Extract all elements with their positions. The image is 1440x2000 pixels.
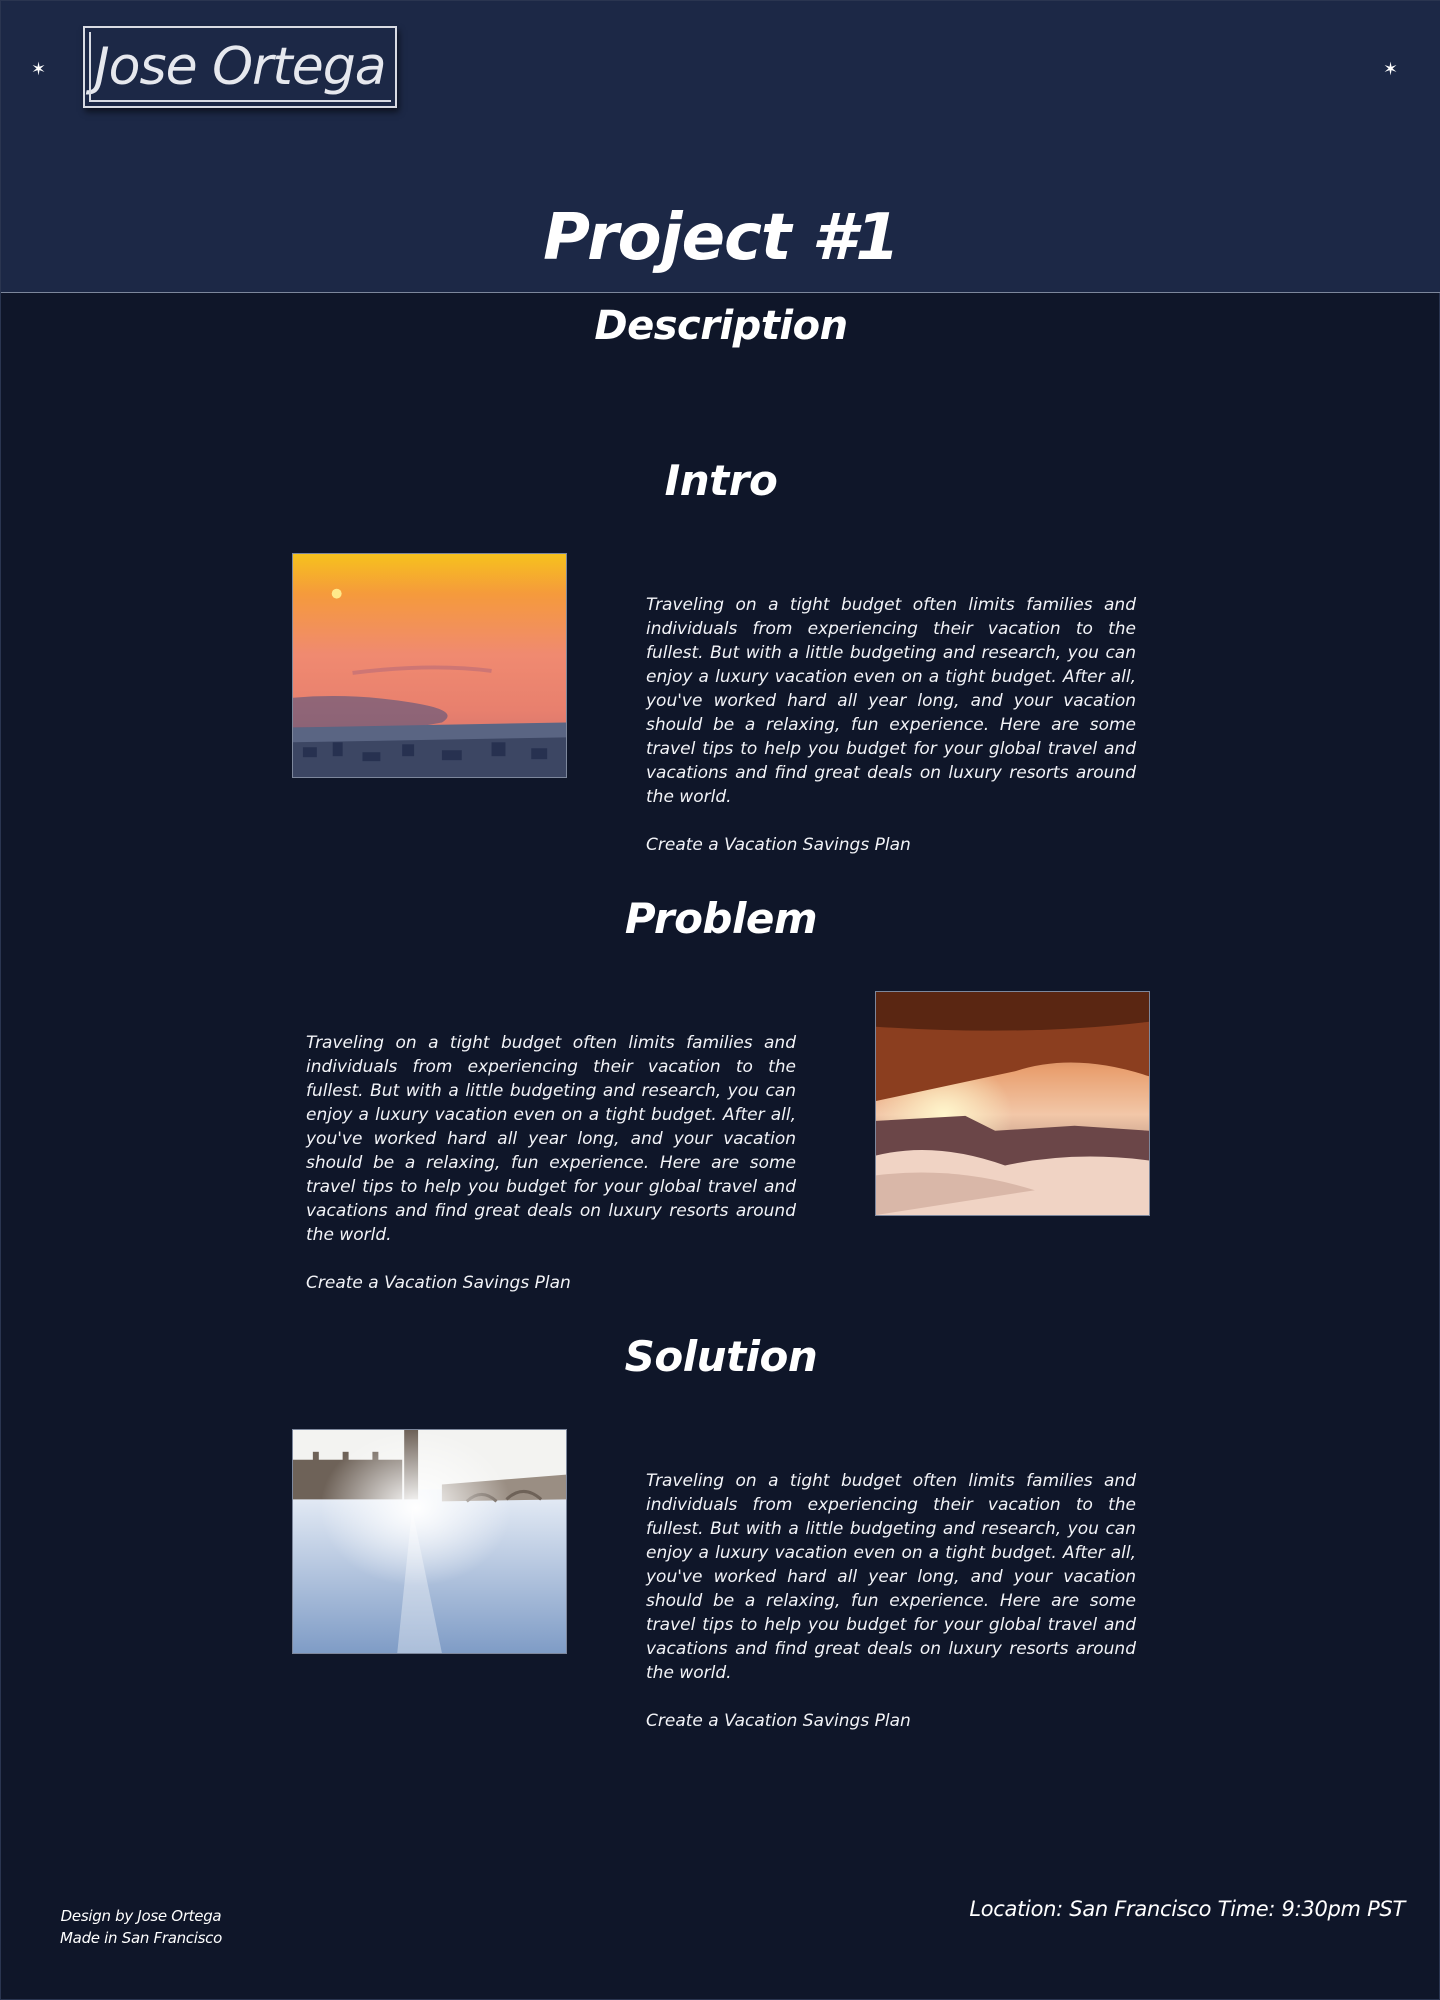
vacation-plan-link[interactable]: Create a Vacation Savings Plan <box>306 1271 796 1295</box>
section-body: Traveling on a tight budget often limits… <box>306 1033 796 1245</box>
logo-text: Jose Ortega <box>94 37 386 97</box>
footer-credits: Design by Jose Ortega Made in San Franci… <box>41 1905 241 1949</box>
section-title: Intro <box>664 456 778 505</box>
problem-text: Traveling on a tight budget often limits… <box>306 1031 796 1295</box>
star-icon: ✶ <box>31 59 47 80</box>
section-body: Traveling on a tight budget often limits… <box>646 595 1136 807</box>
section-title: Problem <box>624 894 818 943</box>
footer-location-time: Location: San Francisco Time: 9:30pm PST <box>969 1897 1405 1921</box>
solution-text: Traveling on a tight budget often limits… <box>646 1469 1136 1733</box>
vacation-plan-link[interactable]: Create a Vacation Savings Plan <box>646 833 1136 857</box>
page-title: Project #1 <box>543 201 900 275</box>
footer-credit-location: Made in San Francisco <box>60 1929 222 1947</box>
footer-credit-designer: Design by Jose Ortega <box>60 1907 222 1925</box>
intro-image <box>292 553 567 778</box>
solution-image <box>292 1429 567 1654</box>
section-body: Traveling on a tight budget often limits… <box>646 1471 1136 1683</box>
section-title: Solution <box>624 1332 818 1381</box>
page-subtitle: Description <box>594 303 848 349</box>
star-icon: ✶ <box>1383 59 1399 80</box>
vacation-plan-link[interactable]: Create a Vacation Savings Plan <box>646 1709 1136 1733</box>
intro-text: Traveling on a tight budget often limits… <box>646 593 1136 857</box>
page: ✶ Jose Ortega ✶ Project #1 Description I… <box>0 0 1440 2000</box>
site-header: ✶ Jose Ortega ✶ Project #1 <box>1 1 1440 293</box>
problem-image <box>875 991 1150 1216</box>
logo[interactable]: Jose Ortega <box>83 26 397 108</box>
